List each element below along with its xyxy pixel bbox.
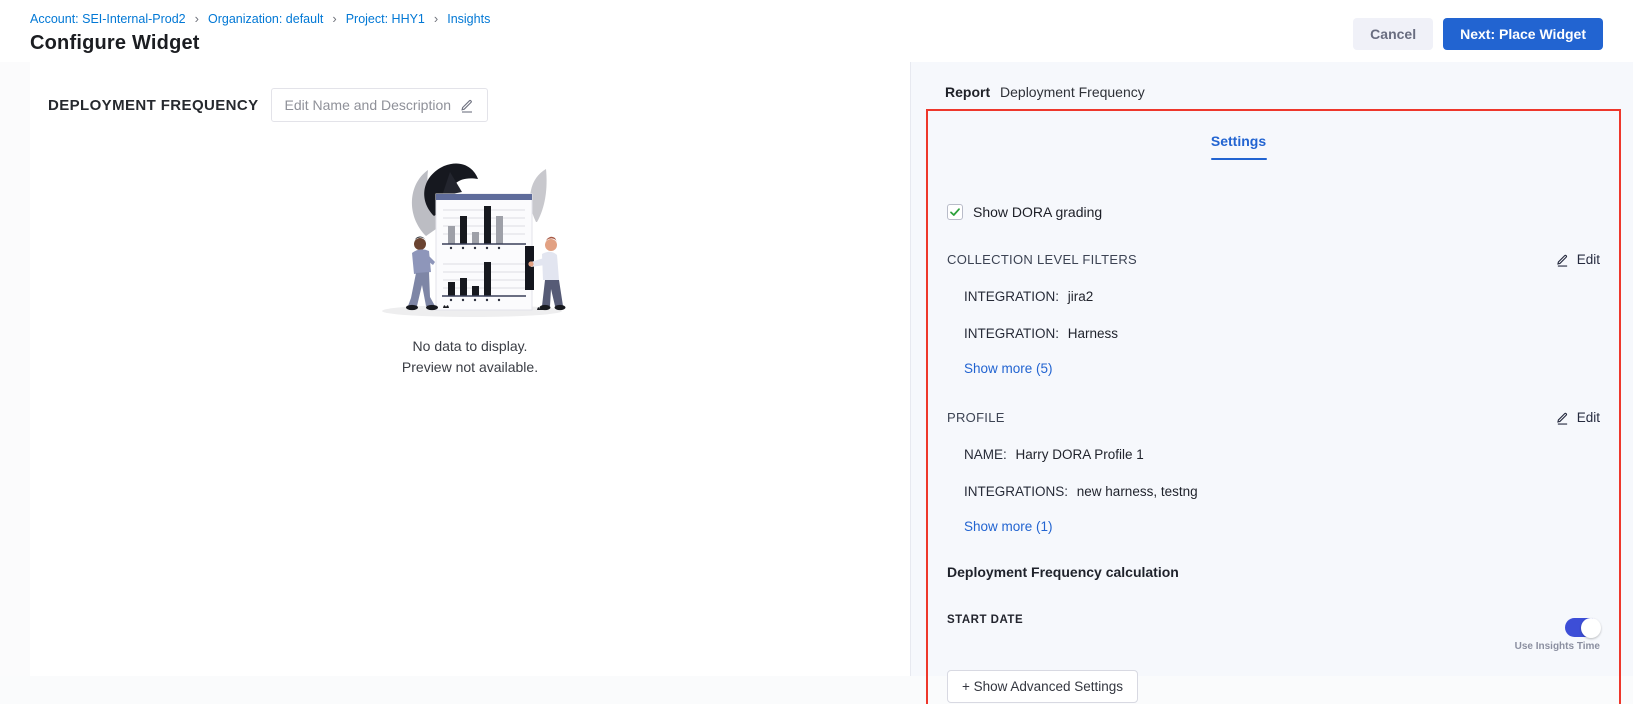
show-more-profile-link[interactable]: Show more (1): [964, 519, 1053, 534]
empty-state-line2: Preview not available.: [402, 357, 538, 378]
report-title-row: Report Deployment Frequency: [926, 84, 1621, 100]
profile-section: PROFILE Edit NAME: Harry DORA Profile: [947, 410, 1600, 536]
show-advanced-settings-button[interactable]: + Show Advanced Settings: [947, 670, 1138, 703]
edit-profile-label: Edit: [1577, 410, 1600, 425]
integration-row: INTEGRATION: Harness: [947, 326, 1600, 341]
edit-collection-filters-label: Edit: [1577, 252, 1600, 267]
profile-heading: PROFILE: [947, 410, 1005, 425]
show-dora-grading-checkbox-row[interactable]: Show DORA grading: [947, 204, 1600, 220]
checkbox-checked-icon[interactable]: [947, 204, 963, 220]
use-insights-time-toggle[interactable]: [1565, 618, 1600, 637]
chevron-right-icon: ›: [195, 12, 199, 25]
tab-settings-label: Settings: [1211, 133, 1266, 149]
settings-tabbar: Settings: [947, 133, 1600, 160]
profile-name-row: NAME: Harry DORA Profile 1: [947, 447, 1600, 462]
calculation-heading: Deployment Frequency calculation: [947, 564, 1600, 580]
pencil-icon: [1556, 253, 1569, 267]
collection-level-filters-section: COLLECTION LEVEL FILTERS Edit INTEGRATIO…: [947, 252, 1600, 378]
pencil-icon: [460, 98, 474, 113]
report-label: Report: [945, 84, 990, 100]
empty-state-line1: No data to display.: [413, 336, 528, 357]
start-date-row: START DATE Use Insights Time: [947, 610, 1600, 652]
tab-settings[interactable]: Settings: [1211, 133, 1267, 160]
pencil-icon: [1556, 411, 1569, 425]
toggle-knob: [1581, 618, 1601, 638]
breadcrumb-account-link[interactable]: Account: SEI-Internal-Prod2: [30, 12, 186, 26]
collection-filters-heading: COLLECTION LEVEL FILTERS: [947, 252, 1137, 267]
report-name: Deployment Frequency: [1000, 84, 1145, 100]
empty-state: No data to display. Preview not availabl…: [48, 158, 892, 378]
widget-name: DEPLOYMENT FREQUENCY: [48, 97, 259, 114]
profile-integrations-row: INTEGRATIONS: new harness, testng: [947, 484, 1600, 499]
integration-row: INTEGRATION: jira2: [947, 289, 1600, 304]
edit-name-description-button[interactable]: Edit Name and Description: [271, 88, 489, 122]
cancel-button[interactable]: Cancel: [1353, 18, 1433, 50]
page-title: Configure Widget: [30, 32, 490, 55]
chevron-right-icon: ›: [332, 12, 336, 25]
edit-profile-link[interactable]: Edit: [1556, 410, 1600, 425]
edit-collection-filters-link[interactable]: Edit: [1556, 252, 1600, 267]
breadcrumb-project-link[interactable]: Project: HHY1: [346, 12, 425, 26]
no-data-illustration: [364, 158, 576, 320]
breadcrumb-organization-link[interactable]: Organization: default: [208, 12, 323, 26]
chevron-right-icon: ›: [434, 12, 438, 25]
widget-preview-panel: DEPLOYMENT FREQUENCY Edit Name and Descr…: [30, 62, 910, 676]
breadcrumb-insights-link[interactable]: Insights: [447, 12, 490, 26]
report-settings-panel: Report Deployment Frequency Settings Sho…: [910, 62, 1633, 676]
use-insights-time-label: Use Insights Time: [1515, 641, 1600, 652]
edit-name-description-label: Edit Name and Description: [285, 97, 452, 113]
active-tab-underline: [1211, 158, 1267, 160]
page-header: Account: SEI-Internal-Prod2 › Organizati…: [0, 0, 1633, 62]
left-gutter: [0, 62, 30, 676]
show-more-collection-link[interactable]: Show more (5): [964, 361, 1053, 376]
start-date-label: START DATE: [947, 614, 1023, 626]
show-dora-grading-label: Show DORA grading: [973, 204, 1102, 220]
next-place-widget-button[interactable]: Next: Place Widget: [1443, 18, 1603, 50]
settings-highlight-box: Settings Show DORA grading COLLECTION LE…: [926, 109, 1621, 704]
breadcrumb: Account: SEI-Internal-Prod2 › Organizati…: [30, 12, 490, 26]
